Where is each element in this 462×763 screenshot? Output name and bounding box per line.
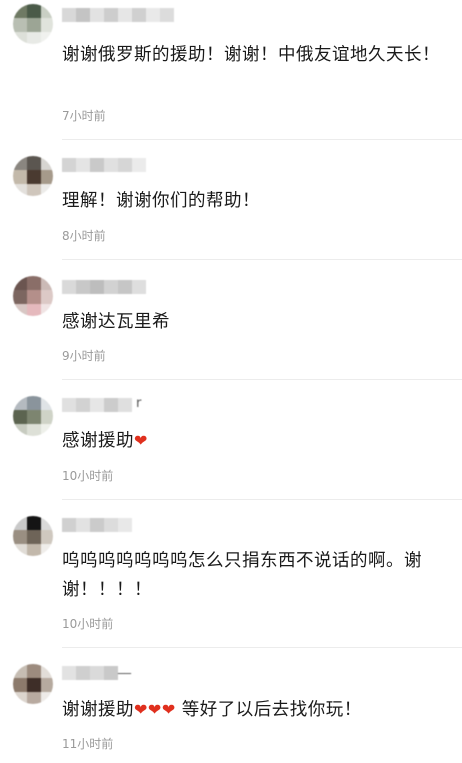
comment-time: 10小时前 <box>62 617 114 631</box>
username[interactable] <box>62 518 136 534</box>
comment-time: 9小时前 <box>62 349 106 363</box>
comment-text: 谢谢俄罗斯的援助！谢谢！中俄友谊地久天长！ <box>62 45 440 65</box>
comment-text: 感谢援助❤ <box>62 426 454 456</box>
avatar[interactable] <box>13 4 53 44</box>
divider <box>62 499 462 500</box>
comment-text: 感谢达瓦里希 <box>62 312 170 332</box>
username[interactable]: r <box>62 398 146 414</box>
heart-icon: ❤❤❤ <box>134 700 176 719</box>
avatar[interactable] <box>13 516 53 556</box>
comment-time: 7小时前 <box>62 109 106 123</box>
comment-time: 11小时前 <box>62 737 114 751</box>
comment-text-after: 等好了以后去找你玩！ <box>175 700 362 720</box>
divider <box>62 379 462 380</box>
avatar[interactable] <box>13 276 53 316</box>
username[interactable] <box>62 158 150 174</box>
username[interactable] <box>62 280 152 296</box>
comment-time: 8小时前 <box>62 229 106 243</box>
divider <box>62 647 462 648</box>
comment-text-body: 感谢援助 <box>62 431 134 451</box>
username[interactable] <box>62 8 174 24</box>
comment-text: 理解！谢谢你们的帮助！ <box>62 191 260 211</box>
avatar[interactable] <box>13 664 53 704</box>
avatar[interactable] <box>13 396 53 436</box>
divider <box>62 259 462 260</box>
comment-text-body: 谢谢援助 <box>62 700 134 720</box>
comment-time: 10小时前 <box>62 469 114 483</box>
username[interactable]: __ <box>62 666 140 682</box>
divider <box>62 139 462 140</box>
heart-icon: ❤ <box>134 431 148 450</box>
comment-text: 谢谢援助❤❤❤ 等好了以后去找你玩！ <box>62 695 454 725</box>
avatar[interactable] <box>13 156 53 196</box>
comment-text: 呜呜呜呜呜呜呜怎么只捐东西不说话的啊。谢谢！！！！ <box>62 551 422 600</box>
username-tail: __ <box>118 666 131 675</box>
username-tail: r <box>136 398 142 411</box>
